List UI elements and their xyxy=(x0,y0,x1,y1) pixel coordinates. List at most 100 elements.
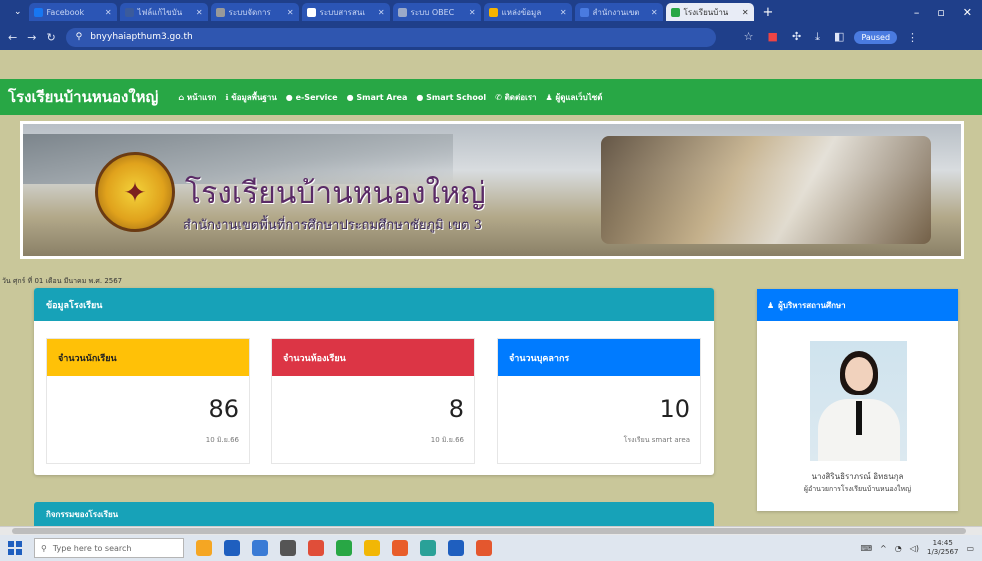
nav-item[interactable]: ● Smart Area xyxy=(347,93,408,102)
tab-close-icon[interactable]: ✕ xyxy=(560,8,567,17)
principal-panel-header: ♟ ผู้บริหารสถานศึกษา xyxy=(757,289,958,321)
tab-close-icon[interactable]: ✕ xyxy=(105,8,112,17)
tab-close-icon[interactable]: ✕ xyxy=(287,8,294,17)
nav-item-label: ข้อมูลพื้นฐาน xyxy=(231,92,277,102)
browser-tab[interactable]: Facebook ✕ xyxy=(28,3,117,21)
extension-icon[interactable]: ■ xyxy=(768,30,778,44)
browser-tab[interactable]: ระบบสารสนเ ✕ xyxy=(301,3,390,21)
toolbar-icons: ☆ ■ ✣ ⤓ ◧ xyxy=(744,30,845,44)
nav-item[interactable]: ● e-Service xyxy=(286,93,338,102)
notification-icon[interactable]: ▭ xyxy=(966,544,974,553)
volume-icon[interactable]: ◁) xyxy=(910,544,919,553)
minimize-icon[interactable]: – xyxy=(914,6,920,19)
principal-panel-title: ผู้บริหารสถานศึกษา xyxy=(778,300,846,310)
tab-favicon-icon xyxy=(124,7,134,17)
tab-favicon-icon xyxy=(579,7,589,17)
search-icon: ⚲ xyxy=(41,543,47,553)
address-bar[interactable]: ⚲ bnyyhaiapthum3.go.th xyxy=(65,27,716,47)
browser-tab[interactable]: สำนักงานเขต ✕ xyxy=(574,3,663,21)
tab-close-icon[interactable]: ✕ xyxy=(469,8,476,17)
school-stats-panel: ข้อมูลโรงเรียน จำนวนนักเรียน 86 10 มิ.ย.66… xyxy=(34,288,714,475)
sidebar-icon[interactable]: ◧ xyxy=(834,30,844,44)
window-controls: – ▫ ✕ xyxy=(914,6,982,19)
clock-date: 1/3/2567 xyxy=(926,548,959,556)
stat-card-value: 86 xyxy=(208,395,239,423)
browser-tab[interactable]: ระบบ OBEC ✕ xyxy=(392,3,481,21)
browser-tab[interactable]: ระบบจัดการ ✕ xyxy=(210,3,299,21)
stat-card-title: จำนวนห้องเรียน xyxy=(272,339,474,376)
media-app-icon[interactable] xyxy=(392,540,408,556)
stat-card-note: โรงเรียน smart area xyxy=(623,436,690,444)
search-placeholder: Type here to search xyxy=(52,543,132,553)
app-icon[interactable] xyxy=(476,540,492,556)
maximize-icon[interactable]: ▫ xyxy=(937,6,944,19)
principal-role: ผู้อำนวยการโรงเรียนบ้านหนองใหญ่ xyxy=(803,485,912,493)
activity-panel-header: กิจกรรมของโรงเรียน xyxy=(34,502,714,526)
browser-tab[interactable]: ไฟล์แก้ไขบัน ✕ xyxy=(119,3,208,21)
taskbar-search[interactable]: ⚲ Type here to search xyxy=(34,538,184,558)
bookmark-star-icon[interactable]: ☆ xyxy=(744,30,754,44)
line-app-icon[interactable] xyxy=(336,540,352,556)
back-icon[interactable]: ← xyxy=(8,31,17,44)
browser-toolbar: ← → ↻ ⚲ bnyyhaiapthum3.go.th ☆ ■ ✣ ⤓ ◧ P… xyxy=(0,24,982,50)
tab-favicon-icon xyxy=(488,7,498,17)
nav-item[interactable]: ● Smart School xyxy=(416,93,486,102)
keyboard-icon[interactable]: ⌨ xyxy=(860,544,872,553)
tray-chevron-icon[interactable]: ^ xyxy=(880,544,887,553)
powerpoint-app-icon[interactable] xyxy=(308,540,324,556)
site-banner: ✦ โรงเรียนบ้านหนองใหญ่ สำนักงานเขตพื้นที… xyxy=(20,121,964,259)
tab-favicon-icon xyxy=(397,7,407,17)
tab-close-icon[interactable]: ✕ xyxy=(196,8,203,17)
site-brand[interactable]: โรงเรียนบ้านหนองใหญ่ xyxy=(8,85,158,109)
principal-photo xyxy=(810,341,907,461)
nav-item[interactable]: ♟ ผู้ดูแลเว็บไซต์ xyxy=(546,91,603,104)
download-icon[interactable]: ⤓ xyxy=(815,30,820,44)
site-navbar: โรงเรียนบ้านหนองใหญ่ ⌂ หน้าแรก ℹ ข้อมูลพื… xyxy=(0,79,982,115)
paint-app-icon[interactable] xyxy=(196,540,212,556)
network-icon[interactable]: ◔ xyxy=(895,544,902,553)
scrollbar-thumb[interactable] xyxy=(12,528,966,534)
nav-item-label: e-Service xyxy=(295,92,338,102)
browser-tab[interactable]: โรงเรียนบ้าน ✕ xyxy=(665,3,754,21)
site-info-icon[interactable]: ⚲ xyxy=(76,32,83,42)
nav-item-label: ผู้ดูแลเว็บไซต์ xyxy=(555,92,603,102)
globe-icon: ● xyxy=(285,92,296,102)
tab-search-icon[interactable]: ⌄ xyxy=(14,7,22,17)
tab-close-icon[interactable]: ✕ xyxy=(651,8,658,17)
new-tab-button[interactable]: + xyxy=(763,5,774,20)
banner-subtitle: สำนักงานเขตพื้นที่การศึกษาประถมศึกษาชัยภ… xyxy=(183,218,483,233)
horizontal-scrollbar[interactable] xyxy=(0,526,982,535)
close-icon[interactable]: ✕ xyxy=(963,6,972,19)
chrome-app-icon[interactable] xyxy=(224,540,240,556)
tab-label: ระบบจัดการ xyxy=(228,7,271,17)
menu-icon[interactable]: ⋮ xyxy=(907,31,918,44)
nav-item[interactable]: ⌂ หน้าแรก xyxy=(178,91,216,104)
maps-app-icon[interactable] xyxy=(420,540,436,556)
folder-app-icon[interactable] xyxy=(364,540,380,556)
tab-label: ระบบสารสนเ xyxy=(319,7,366,17)
banner-students-photo xyxy=(601,136,931,244)
clock[interactable]: 14:45 1/3/2567 xyxy=(927,539,958,557)
profile-button[interactable]: Paused xyxy=(854,30,898,44)
browser-tab[interactable]: แหล่งข้อมูล ✕ xyxy=(483,3,572,21)
windows-taskbar: ⚲ Type here to search ⌨ ^ ◔ ◁) 14:45 1/3… xyxy=(0,535,982,561)
forward-icon[interactable]: → xyxy=(27,31,36,44)
tab-close-icon[interactable]: ✕ xyxy=(742,8,749,17)
nav-item-label: Smart School xyxy=(426,92,487,102)
edge-app-icon[interactable] xyxy=(280,540,296,556)
stat-card: จำนวนนักเรียน 86 10 มิ.ย.66 xyxy=(46,338,250,464)
system-tray: ⌨ ^ ◔ ◁) 14:45 1/3/2567 ▭ xyxy=(860,539,982,557)
reload-icon[interactable]: ↻ xyxy=(46,31,55,44)
start-button[interactable] xyxy=(8,541,22,555)
puzzle-icon[interactable]: ✣ xyxy=(792,30,801,44)
address-text: bnyyhaiapthum3.go.th xyxy=(90,32,193,42)
tab-favicon-icon xyxy=(306,7,316,17)
nav-item-label: หน้าแรก xyxy=(186,92,217,102)
nav-item[interactable]: ℹ ข้อมูลพื้นฐาน xyxy=(225,91,276,104)
file-explorer-icon[interactable] xyxy=(252,540,268,556)
word-app-icon[interactable] xyxy=(448,540,464,556)
tab-close-icon[interactable]: ✕ xyxy=(378,8,385,17)
nav-item[interactable]: ✆ ติดต่อเรา xyxy=(495,91,536,104)
stat-card: จำนวนห้องเรียน 8 10 มิ.ย.66 xyxy=(271,338,475,464)
browser-tab-strip: ⌄ Facebook ✕ ไฟล์แก้ไขบัน ✕ ระบบจัดการ ✕ ระบบส… xyxy=(0,0,982,24)
